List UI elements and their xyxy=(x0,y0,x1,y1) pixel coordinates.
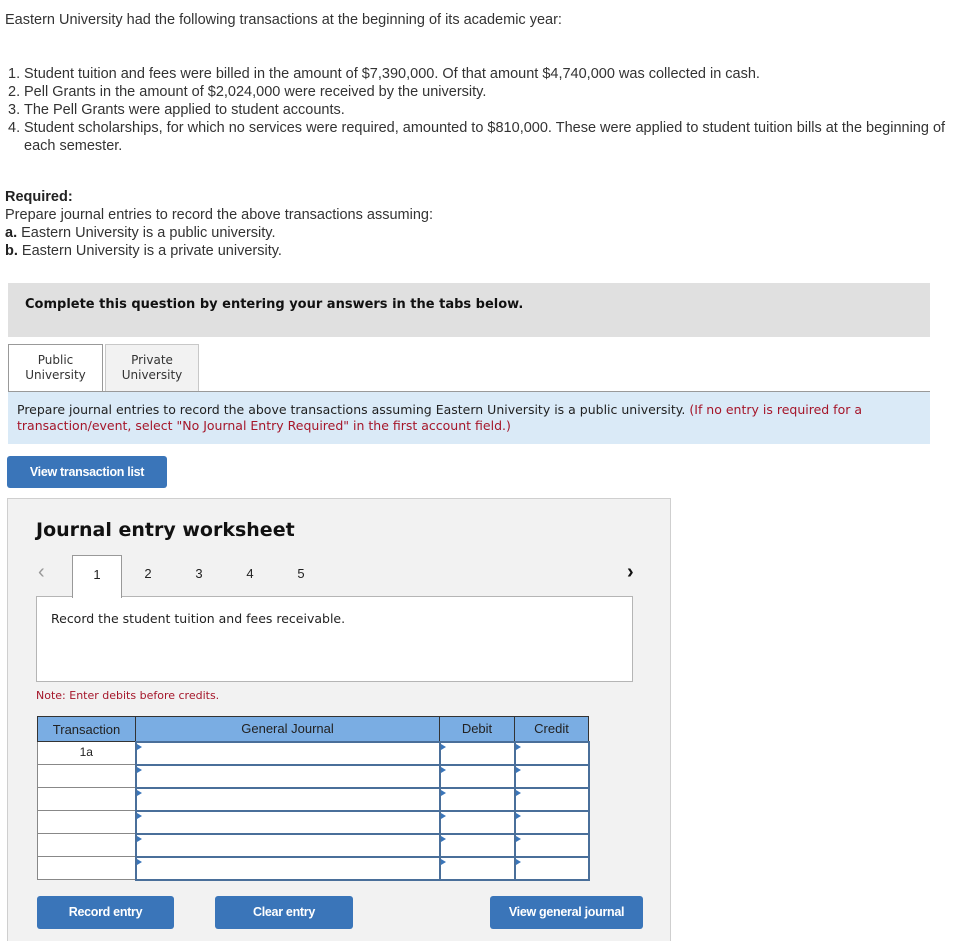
header-debit: Debit xyxy=(439,716,515,742)
worksheet-title: Journal entry worksheet xyxy=(36,519,295,541)
credit-field[interactable] xyxy=(513,809,590,835)
transaction-cell xyxy=(37,833,136,857)
transaction-number: 3. xyxy=(8,102,21,118)
record-entry-button[interactable]: Record entry xyxy=(37,896,174,929)
instructions-box: Prepare journal entries to record the ab… xyxy=(8,392,930,444)
transaction-cell xyxy=(37,764,136,788)
part-letter: a. xyxy=(5,225,18,241)
credit-field[interactable] xyxy=(513,763,590,789)
chevron-left-icon[interactable]: ‹ xyxy=(38,561,45,584)
table-row xyxy=(37,786,590,812)
debit-field[interactable] xyxy=(438,809,516,835)
debit-field[interactable] xyxy=(438,832,516,858)
required-part-a: a. Eastern University is a public univer… xyxy=(5,224,433,242)
transaction-cell xyxy=(37,787,136,811)
debits-credits-note: Note: Enter debits before credits. xyxy=(36,689,220,702)
transaction-item: 4. Student scholarships, for which no ser… xyxy=(8,119,948,155)
table-row xyxy=(37,809,590,835)
transaction-text: Student scholarships, for which no servi… xyxy=(24,120,946,154)
journal-table: Transaction General Journal Debit Credit… xyxy=(37,716,590,881)
step-tab-4[interactable]: 4 xyxy=(225,555,275,597)
header-general-journal: General Journal xyxy=(135,716,440,742)
debit-field[interactable] xyxy=(438,740,516,766)
part-letter: b. xyxy=(5,243,18,259)
tab-label-line1: Public xyxy=(37,353,74,367)
transaction-cell xyxy=(37,810,136,834)
table-row xyxy=(37,763,590,789)
transaction-cell: 1a xyxy=(37,741,136,765)
transaction-number: 1. xyxy=(8,66,21,82)
required-section: Required: Prepare journal entries to rec… xyxy=(5,188,433,260)
clear-entry-button[interactable]: Clear entry xyxy=(215,896,353,929)
table-row xyxy=(37,855,590,881)
step-tab-3[interactable]: 3 xyxy=(174,555,224,597)
transaction-item: 3. The Pell Grants were applied to studen… xyxy=(8,101,948,119)
tab-public-university[interactable]: Public University xyxy=(8,344,103,393)
chevron-right-icon[interactable]: › xyxy=(627,561,634,584)
table-row xyxy=(37,832,590,858)
transaction-item: 1. Student tuition and fees were billed i… xyxy=(8,65,948,83)
tab-label-line2: University xyxy=(121,368,183,382)
account-field[interactable] xyxy=(134,855,441,881)
view-transaction-list-button[interactable]: View transaction list xyxy=(7,456,167,488)
step-tab-1[interactable]: 1 xyxy=(72,555,122,598)
debit-field[interactable] xyxy=(438,763,516,789)
account-field[interactable] xyxy=(134,740,441,766)
step-description: Record the student tuition and fees rece… xyxy=(51,611,346,626)
table-row: 1a xyxy=(37,740,590,766)
step-description-box: Record the student tuition and fees rece… xyxy=(36,596,633,682)
transaction-text: Pell Grants in the amount of $2,024,000 … xyxy=(24,84,487,100)
debit-field[interactable] xyxy=(438,786,516,812)
complete-banner: Complete this question by entering your … xyxy=(8,283,930,337)
part-text: Eastern University is a public universit… xyxy=(17,225,276,241)
credit-field[interactable] xyxy=(513,832,590,858)
journal-entry-worksheet: Journal entry worksheet ‹ 1 2 3 4 5 › Re… xyxy=(7,498,671,941)
answer-tabs: Public University Private University xyxy=(8,344,201,393)
tab-private-university[interactable]: Private University xyxy=(105,344,199,392)
credit-field[interactable] xyxy=(513,786,590,812)
debit-field[interactable] xyxy=(438,855,516,881)
step-tab-2[interactable]: 2 xyxy=(123,555,173,597)
credit-field[interactable] xyxy=(513,855,590,881)
transaction-cell xyxy=(37,856,136,880)
transaction-text: Student tuition and fees were billed in … xyxy=(24,66,760,82)
credit-field[interactable] xyxy=(513,740,590,766)
required-part-b: b. Eastern University is a private unive… xyxy=(5,242,433,260)
account-field[interactable] xyxy=(134,763,441,789)
header-transaction: Transaction xyxy=(37,716,136,742)
table-header-row: Transaction General Journal Debit Credit xyxy=(37,716,589,742)
tab-label-line2: University xyxy=(25,368,86,382)
transaction-item: 2. Pell Grants in the amount of $2,024,00… xyxy=(8,83,948,101)
required-title: Required: xyxy=(5,189,73,205)
complete-banner-text: Complete this question by entering your … xyxy=(25,297,524,312)
instructions-main: Prepare journal entries to record the ab… xyxy=(17,402,686,417)
problem-intro: Eastern University had the following tra… xyxy=(5,12,562,28)
account-field[interactable] xyxy=(134,832,441,858)
account-field[interactable] xyxy=(134,809,441,835)
part-text: Eastern University is a private universi… xyxy=(17,243,282,259)
tab-label-line1: Private xyxy=(131,353,173,367)
transaction-number: 4. xyxy=(8,120,21,136)
account-field[interactable] xyxy=(134,786,441,812)
transaction-number: 2. xyxy=(8,84,21,100)
transaction-text: The Pell Grants were applied to student … xyxy=(24,102,345,118)
step-tab-5[interactable]: 5 xyxy=(276,555,326,597)
required-text: Prepare journal entries to record the ab… xyxy=(5,207,433,223)
transaction-list: 1. Student tuition and fees were billed i… xyxy=(8,65,948,155)
header-credit: Credit xyxy=(514,716,589,742)
view-general-journal-button[interactable]: View general journal xyxy=(490,896,643,929)
